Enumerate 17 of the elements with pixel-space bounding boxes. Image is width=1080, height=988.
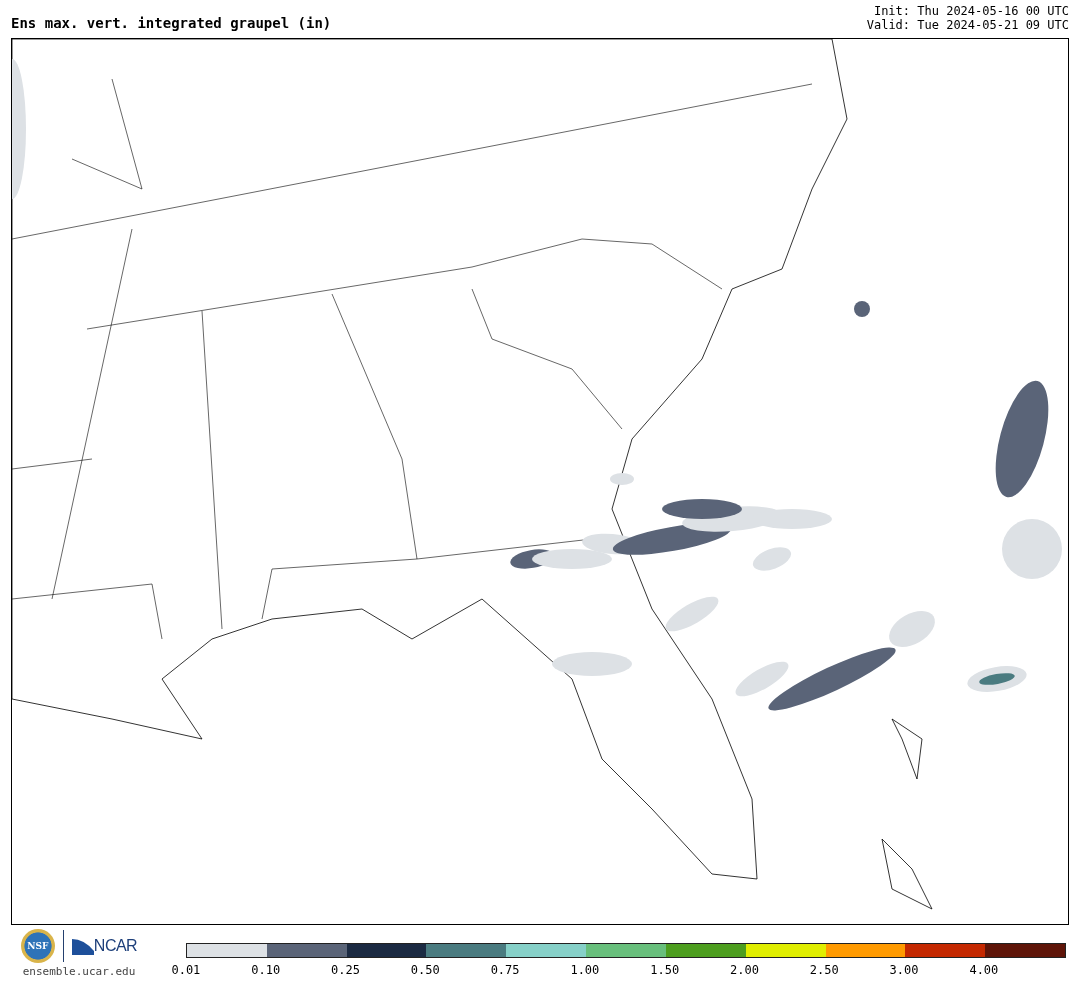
scale-label: 1.50 [649, 963, 681, 977]
scale-label: 4.00 [968, 963, 1000, 977]
scale-label: 1.00 [569, 963, 601, 977]
scale-label: 2.50 [808, 963, 840, 977]
website-url: ensemble.ucar.edu [22, 965, 136, 978]
scale-label: 0.10 [250, 963, 282, 977]
scale-label: 0.25 [330, 963, 361, 977]
scale-label: 2.00 [729, 963, 760, 977]
scale-label: 0.01 [170, 963, 202, 977]
nsf-logo: NSF [20, 929, 55, 963]
valid-time: Valid: Tue 2024-05-21 09 UTC [866, 18, 1069, 32]
scale-label: 0.75 [489, 963, 521, 977]
init-time: Init: Thu 2024-05-16 00 UTC [873, 4, 1069, 18]
scale-label: 3.00 [888, 963, 920, 977]
ncar-logo: NCAR [71, 937, 138, 955]
chart-title: Ens max. vert. integrated graupel (in) [11, 15, 332, 31]
scale-label: 0.50 [409, 963, 441, 977]
